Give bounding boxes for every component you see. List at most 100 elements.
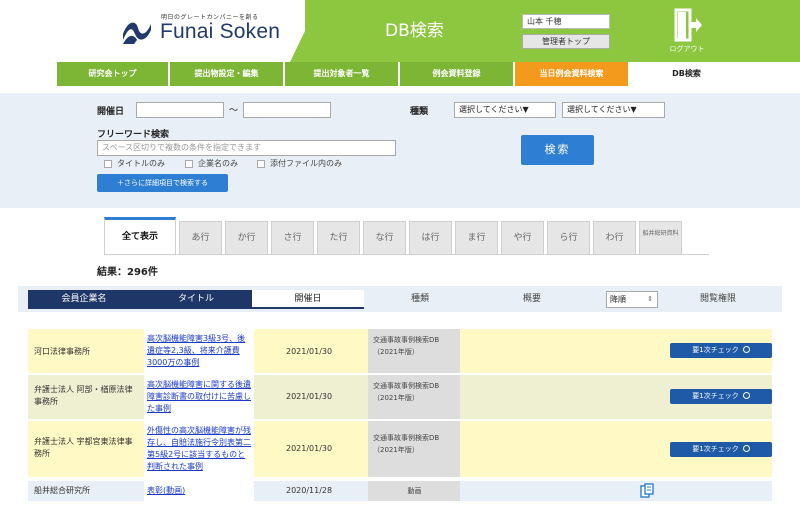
clock-icon [742, 346, 750, 353]
date-label: 開催日 [97, 107, 125, 117]
checkbox-icon [104, 159, 112, 168]
sort-order-value: 降順 [610, 295, 626, 304]
row-type-cell: 交通事故事例検索DB（2021年版） [368, 375, 460, 419]
sort-order-select[interactable]: 降順 ⇕ [606, 291, 658, 308]
row-title-cell: 外傷性の高次脳機能障害が残存し、自賠法施行令別表第二第5級2号に該当するものと判… [144, 421, 254, 477]
checkbox-icon [185, 159, 193, 168]
main-nav: 研究会トップ 提出物設定・編集 提出対象者一覧 例会資料登録 当日例会資料検索 … [0, 62, 800, 86]
tab-all[interactable]: 全て表示 [104, 217, 176, 255]
type-select-2[interactable]: 選択してください▼ [562, 102, 665, 118]
tab-sa[interactable]: さ行 [271, 221, 314, 255]
check-title-label: タイトルのみ [117, 159, 165, 168]
header: 明日のグレートカンパニーを創る Funai Soken DB検索 山本 千穂 管… [0, 0, 800, 62]
row-type-cell: 交通事故事例検索DB（2021年版） [368, 329, 460, 373]
brand-name: Funai Soken [160, 20, 281, 43]
row-type-cell: 動画 [368, 481, 460, 501]
th-summary[interactable]: 概要 [476, 290, 588, 309]
row-title-link[interactable]: 外傷性の高次脳機能障害が残存し、自賠法施行令別表第二第5級2号に該当するものと判… [144, 421, 254, 473]
row-type: 動画 [407, 487, 422, 495]
check-title-only[interactable]: タイトルのみ [104, 158, 165, 169]
check-attachment-only[interactable]: 添付ファイル内のみ [257, 158, 342, 169]
stepper-icon: ⇕ [647, 295, 653, 303]
table-row: 弁護士法人 阿部・楢原法律事務所 高次脳機能障害に関する後遺障害診断書の取付けに… [28, 375, 772, 419]
row-title-link[interactable]: 表彰(動画) [144, 481, 254, 497]
search-button[interactable]: 検索 [521, 135, 594, 165]
row-company: 船井総合研究所 [34, 486, 90, 495]
user-name: 山本 千穂 [522, 14, 610, 29]
logo-area: 明日のグレートカンパニーを創る Funai Soken [0, 0, 305, 62]
nav-item-db-search[interactable]: DB検索 [630, 62, 743, 86]
th-title[interactable]: タイトル [140, 290, 252, 309]
kana-tabs: 全て表示 あ行 か行 さ行 た行 な行 は行 ま行 や行 ら行 わ行 船井総研資… [104, 217, 709, 255]
tab-funai-materials[interactable]: 船井総研資料 [639, 221, 682, 255]
table-header: 会員企業名 タイトル 開催日 種類 概要 降順 ⇕ 閲覧権限 [18, 286, 782, 312]
checkbox-icon [257, 159, 265, 168]
date-range-tilde: 〜 [229, 106, 239, 116]
row-date: 2020/11/28 [286, 486, 333, 495]
check-company-only[interactable]: 企業名のみ [185, 158, 238, 169]
row-title-link[interactable]: 高次脳機能障害3級3号、後遺症等2,3級、将来介護費3000万の事例 [144, 329, 254, 369]
table-row: 弁護士法人 宇都宮東法律事務所 外傷性の高次脳機能障害が残存し、自賠法施行令別表… [28, 421, 772, 477]
row-type: 交通事故事例検索DB（2021年版） [373, 336, 440, 356]
th-company[interactable]: 会員企業名 [28, 290, 140, 309]
check-label: 要1次チェック [692, 346, 739, 354]
tab-ka[interactable]: か行 [225, 221, 268, 255]
tab-na[interactable]: な行 [363, 221, 406, 255]
nav-item-meeting-register[interactable]: 例会資料登録 [400, 62, 515, 86]
check-company-label: 企業名のみ [198, 159, 238, 168]
result-count: 結果：296件 [97, 267, 158, 278]
th-date[interactable]: 開催日 [252, 290, 364, 309]
tab-ma[interactable]: ま行 [455, 221, 498, 255]
type-label: 種類 [410, 107, 429, 117]
header-band [305, 0, 800, 62]
tab-wa[interactable]: わ行 [593, 221, 636, 255]
row-date: 2021/01/30 [286, 444, 333, 453]
clock-icon [742, 445, 750, 452]
nav-item-submission-settings[interactable]: 提出物設定・編集 [170, 62, 285, 86]
row-title-cell: 高次脳機能障害3級3号、後遺症等2,3級、将来介護費3000万の事例 [144, 329, 254, 373]
date-from-input[interactable] [136, 102, 224, 118]
tab-ha[interactable]: は行 [409, 221, 452, 255]
funai-logo-icon [123, 22, 151, 44]
nav-item-study-top[interactable]: 研究会トップ [57, 62, 170, 86]
th-permission: 閲覧権限 [699, 294, 736, 304]
tab-a[interactable]: あ行 [179, 221, 222, 255]
row-type: 交通事故事例検索DB（2021年版） [373, 434, 440, 454]
type-select-1[interactable]: 選択してください▼ [454, 102, 556, 118]
table-row: 船井総合研究所 表彰(動画) 2020/11/28 動画 [28, 481, 772, 501]
date-to-input[interactable] [243, 102, 331, 118]
detail-search-button[interactable]: ＋さらに詳細項目で検索する [97, 174, 228, 192]
check-attachment-label: 添付ファイル内のみ [270, 159, 342, 168]
nav-item-today-search[interactable]: 当日例会資料検索 [515, 62, 630, 86]
tab-ya[interactable]: や行 [501, 221, 544, 255]
first-check-button[interactable]: 要1次チェック [670, 442, 772, 457]
row-type-cell: 交通事故事例検索DB（2021年版） [368, 421, 460, 477]
row-title-cell: 表彰(動画) [144, 481, 254, 501]
nav-item-submitter-list[interactable]: 提出対象者一覧 [285, 62, 400, 86]
logout-label: ログアウト [669, 45, 705, 53]
document-icon[interactable] [640, 483, 654, 498]
clock-icon [742, 392, 750, 399]
first-check-button[interactable]: 要1次チェック [670, 389, 772, 404]
admin-top-button[interactable]: 管理者トップ [522, 34, 610, 49]
freeword-label: フリーワード検索 [97, 130, 170, 140]
check-label: 要1次チェック [692, 445, 739, 453]
row-title-link[interactable]: 高次脳機能障害に関する後遺障害診断書の取付けに苦慮した事例 [144, 375, 254, 415]
row-company: 弁護士法人 宇都宮東法律事務所 [34, 437, 133, 458]
row-company: 河口法律事務所 [34, 347, 90, 356]
freeword-input[interactable]: スペース区切りで複数の条件を指定できます [97, 140, 396, 156]
first-check-button[interactable]: 要1次チェック [670, 343, 772, 358]
row-company: 弁護士法人 阿部・楢原法律事務所 [34, 385, 133, 406]
th-type[interactable]: 種類 [364, 290, 476, 309]
row-type: 交通事故事例検索DB（2021年版） [373, 382, 440, 402]
table-row: 河口法律事務所 高次脳機能障害3級3号、後遺症等2,3級、将来介護費3000万の… [28, 329, 772, 373]
row-date: 2021/01/30 [286, 392, 333, 401]
row-title-cell: 高次脳機能障害に関する後遺障害診断書の取付けに苦慮した事例 [144, 375, 254, 419]
check-label: 要1次チェック [692, 392, 739, 400]
page-title: DB検索 [385, 21, 444, 41]
tab-ra[interactable]: ら行 [547, 221, 590, 255]
tab-ta[interactable]: た行 [317, 221, 360, 255]
logout-icon [674, 8, 702, 42]
logout-button[interactable]: ログアウト [664, 8, 710, 58]
row-date: 2021/01/30 [286, 347, 333, 356]
